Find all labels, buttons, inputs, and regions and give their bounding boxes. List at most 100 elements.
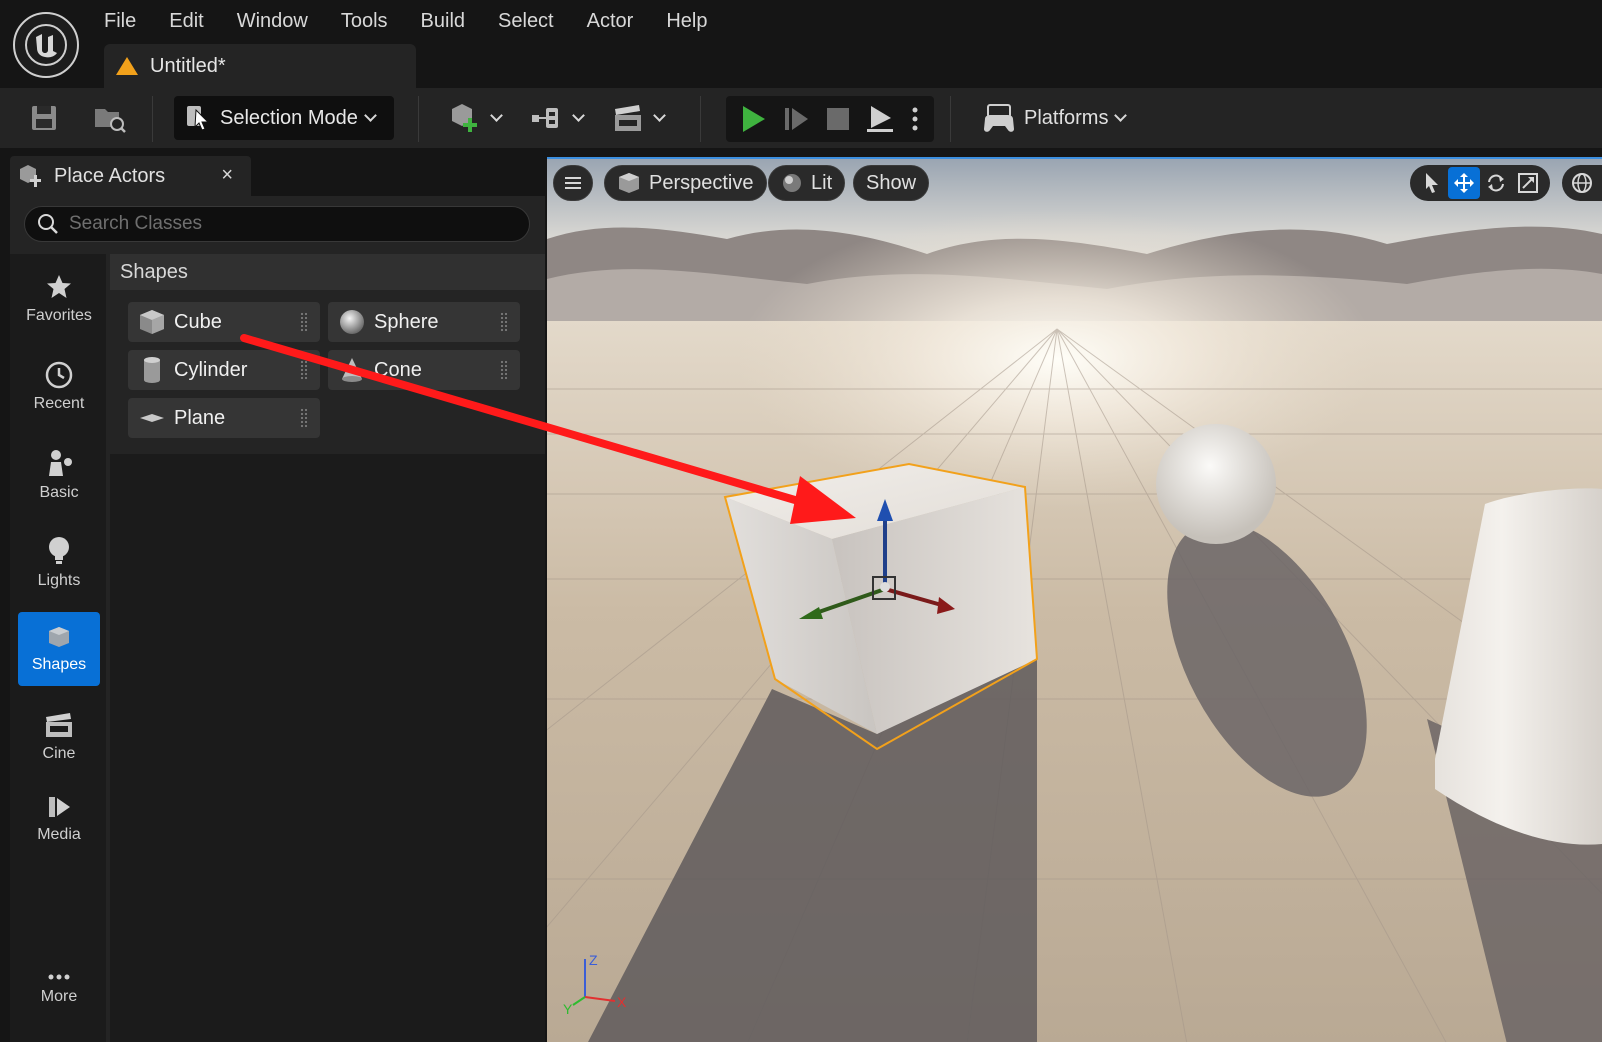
- frame-advance-icon: [784, 108, 808, 130]
- shape-item-cylinder[interactable]: Cylinder: [128, 350, 320, 390]
- menu-tools[interactable]: Tools: [341, 10, 405, 33]
- level-viewport[interactable]: Z X Y Perspective Lit Show: [547, 157, 1602, 1042]
- perspective-button[interactable]: Perspective: [604, 165, 767, 201]
- transform-tools: [1410, 165, 1550, 201]
- save-button[interactable]: [26, 96, 62, 140]
- cylinder-icon: [144, 357, 160, 383]
- translate-tool-button[interactable]: [1448, 167, 1480, 199]
- category-lights[interactable]: Lights: [18, 526, 100, 600]
- shapes-grid: Cube Sphere Cylinder Cone Plane: [110, 290, 545, 454]
- shapes-section-header[interactable]: Shapes: [110, 254, 545, 290]
- category-basic[interactable]: Basic: [18, 438, 100, 512]
- category-label: More: [40, 988, 78, 1005]
- drag-handle-icon[interactable]: [300, 360, 308, 380]
- rotate-icon: [1488, 174, 1504, 192]
- folder-search-icon: [95, 109, 126, 133]
- stop-button[interactable]: [820, 97, 856, 141]
- play-icon: [743, 106, 766, 132]
- plane-icon: [140, 414, 164, 422]
- cursor-icon: [1426, 173, 1438, 193]
- lit-mode-button[interactable]: Lit: [768, 165, 846, 201]
- menu-file[interactable]: File: [104, 10, 153, 33]
- category-cine[interactable]: Cine: [18, 700, 100, 774]
- cone-icon: [342, 358, 362, 382]
- rotate-tool-button[interactable]: [1480, 167, 1512, 199]
- advance-frame-button[interactable]: [778, 97, 814, 141]
- level-title: Untitled*: [150, 54, 226, 77]
- menu-window[interactable]: Window: [237, 10, 325, 33]
- chevron-down-icon: [364, 109, 377, 122]
- category-label: Basic: [39, 484, 79, 501]
- search-classes-input[interactable]: [69, 213, 509, 235]
- category-shapes[interactable]: Shapes: [18, 612, 100, 686]
- quick-add-button[interactable]: [446, 96, 503, 140]
- gamepad-icon: [984, 104, 1014, 132]
- lit-sphere-icon: [783, 174, 801, 192]
- menu-edit[interactable]: Edit: [169, 10, 220, 33]
- category-label: Recent: [33, 395, 85, 412]
- world-local-toggle[interactable]: [1562, 165, 1602, 201]
- eject-button[interactable]: [862, 97, 898, 141]
- hamburger-menu-icon: [565, 177, 581, 189]
- place-actors-tab[interactable]: Place Actors ×: [10, 156, 251, 196]
- drag-handle-icon[interactable]: [300, 408, 308, 428]
- drag-handle-icon[interactable]: [500, 312, 508, 332]
- menu-help[interactable]: Help: [666, 10, 724, 33]
- play-button[interactable]: [735, 97, 771, 141]
- shape-label: Plane: [174, 406, 226, 429]
- unreal-logo-icon[interactable]: [13, 12, 79, 78]
- scale-icon: [1518, 173, 1538, 193]
- chevron-down-icon: [571, 109, 585, 122]
- star-icon: [47, 275, 71, 298]
- shape-label: Cone: [374, 358, 422, 381]
- add-actor-icon: [451, 104, 477, 132]
- main-menu: File Edit Window Tools Build Select Acto…: [104, 10, 740, 33]
- select-tool-button[interactable]: [1416, 167, 1448, 199]
- clapperboard-icon: [614, 105, 641, 131]
- clock-icon: [45, 361, 73, 389]
- perspective-label: Perspective: [649, 171, 754, 194]
- platforms-dropdown[interactable]: Platforms: [982, 96, 1128, 140]
- main-toolbar: Selection Mode Platforms: [0, 88, 1602, 148]
- search-box[interactable]: [24, 206, 530, 242]
- drag-handle-icon[interactable]: [500, 360, 508, 380]
- category-sidebar: Favorites Recent Basic Lights Shapes Cin…: [10, 254, 106, 1042]
- blueprint-nodes-icon: [531, 108, 558, 128]
- blueprints-button[interactable]: [528, 96, 585, 140]
- place-actors-title: Place Actors: [54, 164, 166, 187]
- category-label: Media: [37, 826, 81, 843]
- shape-label: Cube: [174, 310, 222, 333]
- axis-x-label: X: [617, 994, 627, 1010]
- platforms-label: Platforms: [1024, 106, 1109, 129]
- show-button[interactable]: Show: [853, 165, 930, 201]
- level-warning-icon: [116, 57, 138, 75]
- selection-cursor-icon: [187, 106, 210, 131]
- shape-item-cone[interactable]: Cone: [328, 350, 520, 390]
- chevron-down-icon: [1114, 109, 1128, 122]
- shapes-list-area: Shapes Cube Sphere Cylinder Cone Plane: [110, 254, 545, 1042]
- selection-mode-dropdown[interactable]: Selection Mode: [174, 96, 394, 140]
- browse-content-button[interactable]: [90, 96, 130, 140]
- lightbulb-icon: [49, 537, 69, 564]
- scale-tool-button[interactable]: [1512, 167, 1544, 199]
- stop-icon: [826, 108, 849, 130]
- category-more[interactable]: More: [18, 952, 100, 1026]
- drag-handle-icon[interactable]: [300, 312, 308, 332]
- lit-label: Lit: [811, 171, 833, 194]
- play-options-button[interactable]: [905, 97, 925, 141]
- menu-build[interactable]: Build: [421, 10, 482, 33]
- category-label: Shapes: [31, 656, 87, 673]
- category-label: Cine: [42, 745, 76, 762]
- menu-select[interactable]: Select: [498, 10, 571, 33]
- close-icon[interactable]: ×: [221, 164, 233, 187]
- menu-actor[interactable]: Actor: [587, 10, 651, 33]
- level-tab[interactable]: Untitled*: [104, 44, 416, 88]
- viewport-options-button[interactable]: [553, 165, 593, 201]
- category-recent[interactable]: Recent: [18, 350, 100, 424]
- shape-item-plane[interactable]: Plane: [128, 398, 320, 438]
- shape-item-sphere[interactable]: Sphere: [328, 302, 520, 342]
- category-favorites[interactable]: Favorites: [18, 262, 100, 336]
- cinematics-button[interactable]: [610, 96, 666, 140]
- shape-item-cube[interactable]: Cube: [128, 302, 320, 342]
- category-media[interactable]: Media: [18, 782, 100, 856]
